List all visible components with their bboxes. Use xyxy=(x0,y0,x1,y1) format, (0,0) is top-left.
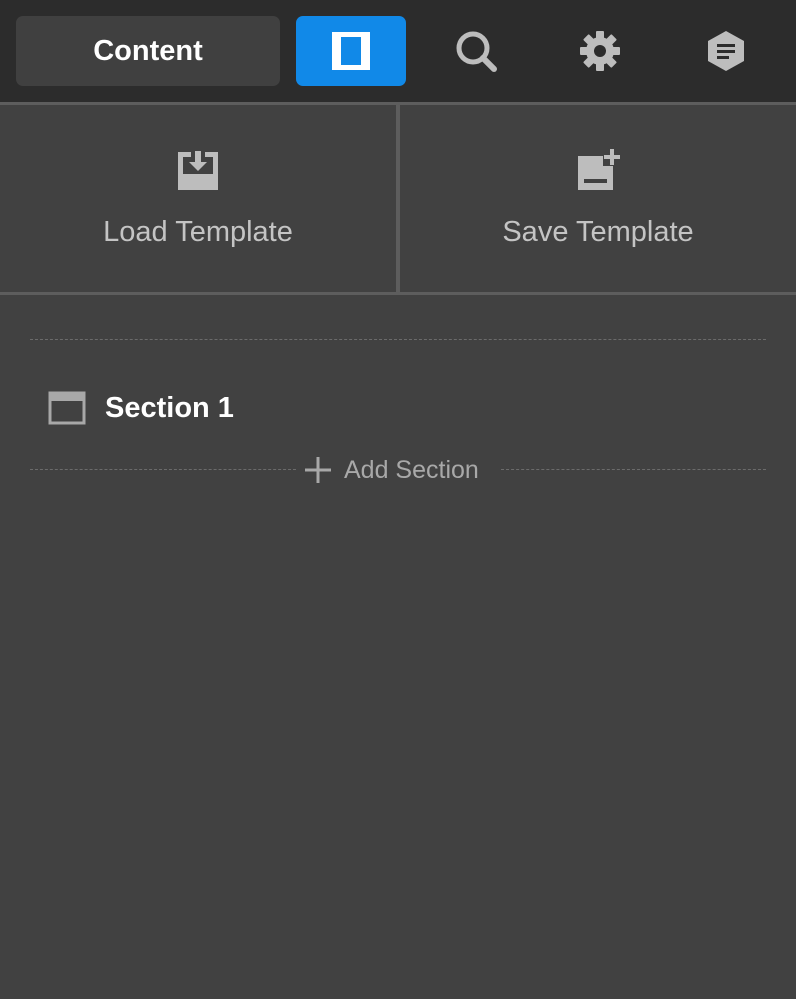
search-icon xyxy=(456,31,497,72)
document-add-icon xyxy=(578,149,620,190)
editor-panel: Content Load Template Save Template Sect… xyxy=(0,0,796,999)
add-section-line-right xyxy=(501,469,766,470)
add-section-button[interactable]: Add Section xyxy=(304,452,479,488)
section-item[interactable]: Section 1 xyxy=(48,386,234,430)
inbox-download-icon xyxy=(178,151,218,190)
top-toolbar: Content xyxy=(0,0,796,102)
panel-layout-icon xyxy=(332,32,370,70)
section-window-icon xyxy=(48,391,86,425)
plus-icon xyxy=(305,457,331,483)
layout-toggle-button[interactable] xyxy=(296,16,406,86)
section-drop-zone-top xyxy=(30,339,766,340)
gear-icon xyxy=(580,31,620,71)
notes-button[interactable] xyxy=(701,26,751,76)
save-template-label: Save Template xyxy=(502,216,694,248)
load-template-button[interactable]: Load Template xyxy=(0,105,396,293)
load-template-label: Load Template xyxy=(103,216,293,248)
document-lines-icon xyxy=(708,31,744,71)
add-section-label: Add Section xyxy=(344,455,479,484)
section-label: Section 1 xyxy=(105,391,234,424)
search-button[interactable] xyxy=(451,26,501,76)
content-tab-label: Content xyxy=(93,34,203,67)
settings-button[interactable] xyxy=(575,26,625,76)
template-divider-vertical xyxy=(396,105,400,293)
save-template-button[interactable]: Save Template xyxy=(400,105,796,293)
add-section-line-left xyxy=(30,469,296,470)
content-tab-button[interactable]: Content xyxy=(16,16,280,86)
template-divider-horizontal xyxy=(0,292,796,295)
